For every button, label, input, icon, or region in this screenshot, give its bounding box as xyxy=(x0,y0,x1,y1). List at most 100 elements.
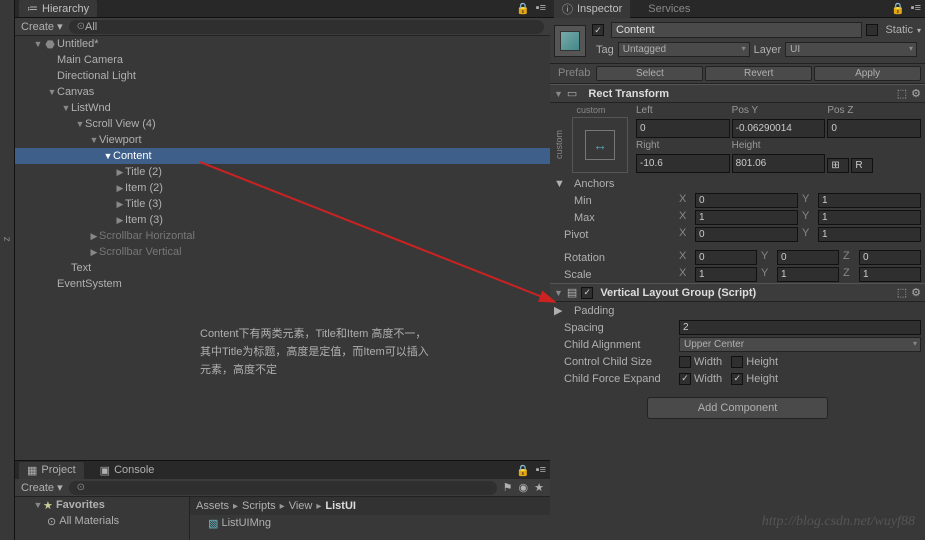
folder-icon: ▦ xyxy=(27,464,37,477)
static-checkbox[interactable] xyxy=(866,24,878,36)
help-icon[interactable]: ⬚ xyxy=(897,87,907,100)
revert-button[interactable]: Revert xyxy=(705,66,812,81)
project-search[interactable]: ⊙ xyxy=(69,481,497,495)
left-dock-strip: z xyxy=(0,0,15,540)
eye-icon[interactable]: ◉ xyxy=(519,481,529,494)
lock-icon[interactable]: 🔒 xyxy=(516,2,530,15)
tag-dropdown[interactable]: Untagged xyxy=(618,42,750,57)
prefab-label: Prefab xyxy=(554,66,594,81)
tag-label: Tag xyxy=(596,44,614,56)
breadcrumb[interactable]: Assets ▸ Scripts ▸ View ▸ ListUI xyxy=(190,497,550,515)
hierarchy-item[interactable]: ▶Item (3) xyxy=(15,212,550,228)
hierarchy-tab-label: Hierarchy xyxy=(42,3,89,15)
anchor-min-y[interactable]: 1 xyxy=(818,193,921,208)
tab-services[interactable]: Services xyxy=(640,1,698,17)
posz-field[interactable]: 0 xyxy=(827,119,921,138)
rot-y[interactable]: 0 xyxy=(777,250,839,265)
left-field[interactable]: 0 xyxy=(636,119,730,138)
rot-z[interactable]: 0 xyxy=(859,250,921,265)
hierarchy-item[interactable]: ▶Title (2) xyxy=(15,164,550,180)
tab-console[interactable]: ▣Console xyxy=(92,462,163,479)
name-field[interactable]: Content xyxy=(611,22,862,38)
control-child-size-label: Control Child Size xyxy=(554,356,679,368)
project-folders[interactable]: ▼★ Favorites ⊙ All Materials xyxy=(15,497,190,540)
all-materials-item[interactable]: All Materials xyxy=(59,515,119,527)
ccs-height-checkbox[interactable] xyxy=(731,356,743,368)
console-icon: ▣ xyxy=(100,464,110,477)
padding-foldout[interactable]: Padding xyxy=(564,305,679,317)
panel-menu-icon[interactable]: ▪≡ xyxy=(536,464,546,477)
pivot-label: Pivot xyxy=(554,229,679,241)
hierarchy-item[interactable]: ▶Scrollbar Vertical xyxy=(15,244,550,260)
hierarchy-item[interactable]: ▼ListWnd xyxy=(15,100,550,116)
rotation-label: Rotation xyxy=(554,252,679,264)
lock-icon[interactable]: 🔒 xyxy=(516,464,530,477)
gear-icon[interactable]: ⚙ xyxy=(911,87,921,100)
gameobject-icon[interactable] xyxy=(554,25,586,57)
posy-field[interactable]: -0.06290014 xyxy=(732,119,826,138)
apply-button[interactable]: Apply xyxy=(814,66,921,81)
hierarchy-tree[interactable]: ▼⬣Untitled*Main CameraDirectional Light▼… xyxy=(15,36,550,460)
inspector-tab-label: Inspector xyxy=(577,3,622,15)
file-item[interactable]: ▧ ListUIMng xyxy=(190,515,550,531)
hierarchy-search[interactable]: ⊙All xyxy=(69,20,544,34)
hierarchy-item[interactable]: ▶Scrollbar Horizontal xyxy=(15,228,550,244)
hierarchy-item[interactable]: Directional Light xyxy=(15,68,550,84)
tab-hierarchy[interactable]: ≔ Hierarchy xyxy=(19,0,97,17)
filter-icon[interactable]: ⚑ xyxy=(503,481,513,494)
anchor-top-label: custom xyxy=(576,105,605,115)
spacing-field[interactable]: 2 xyxy=(679,320,921,335)
vlg-enabled-checkbox[interactable]: ✓ xyxy=(581,287,593,299)
project-create-dropdown[interactable]: Create ▾ xyxy=(21,481,63,494)
active-checkbox[interactable]: ✓ xyxy=(592,24,604,36)
raw-edit-toggle[interactable]: R xyxy=(851,158,873,173)
cfe-width-checkbox[interactable]: ✓ xyxy=(679,373,691,385)
hierarchy-item[interactable]: EventSystem xyxy=(15,276,550,292)
gear-icon[interactable]: ⚙ xyxy=(911,286,921,299)
child-alignment-label: Child Alignment xyxy=(554,339,679,351)
layer-dropdown[interactable]: UI xyxy=(785,42,917,57)
height-field[interactable]: 801.06 xyxy=(732,154,826,173)
hierarchy-item[interactable]: ▼Viewport xyxy=(15,132,550,148)
anchor-min-x[interactable]: 0 xyxy=(695,193,798,208)
star-icon[interactable]: ★ xyxy=(534,481,544,494)
sca-y[interactable]: 1 xyxy=(777,267,839,282)
blueprint-toggle[interactable]: ⊞ xyxy=(827,158,849,173)
rect-icon: ▭ xyxy=(567,87,577,100)
anchor-preset[interactable] xyxy=(572,117,628,173)
ccs-width-checkbox[interactable] xyxy=(679,356,691,368)
rot-x[interactable]: 0 xyxy=(695,250,757,265)
anchor-max-x[interactable]: 1 xyxy=(695,210,798,225)
anchors-foldout[interactable]: Anchors xyxy=(564,178,679,190)
hierarchy-item[interactable]: ▼Scroll View (4) xyxy=(15,116,550,132)
select-button[interactable]: Select xyxy=(596,66,703,81)
anchor-max-y[interactable]: 1 xyxy=(818,210,921,225)
tab-project[interactable]: ▦Project xyxy=(19,462,84,479)
create-dropdown[interactable]: Create ▾ xyxy=(21,20,63,33)
hierarchy-tab-bar: ≔ Hierarchy 🔒 ▪≡ xyxy=(15,0,550,18)
hierarchy-item[interactable]: ▼Content xyxy=(15,148,550,164)
lock-icon[interactable]: 🔒 xyxy=(891,2,905,15)
cfe-height-checkbox[interactable]: ✓ xyxy=(731,373,743,385)
hierarchy-item[interactable]: ▼Canvas xyxy=(15,84,550,100)
pivot-x[interactable]: 0 xyxy=(695,227,798,242)
max-label: Max xyxy=(554,212,679,224)
hierarchy-item[interactable]: ▶Title (3) xyxy=(15,196,550,212)
add-component-button[interactable]: Add Component xyxy=(647,397,829,419)
sca-z[interactable]: 1 xyxy=(859,267,921,282)
hierarchy-item[interactable]: ▶Item (2) xyxy=(15,180,550,196)
hierarchy-item[interactable]: Main Camera xyxy=(15,52,550,68)
hierarchy-item[interactable]: ▼⬣Untitled* xyxy=(15,36,550,52)
rect-transform-header[interactable]: ▼▭ Rect Transform ⬚⚙ xyxy=(550,84,925,103)
child-alignment-dropdown[interactable]: Upper Center xyxy=(679,337,921,352)
hierarchy-item[interactable]: Text xyxy=(15,260,550,276)
static-label: Static xyxy=(885,24,913,36)
help-icon[interactable]: ⬚ xyxy=(897,286,907,299)
tab-inspector[interactable]: ⓘInspector xyxy=(554,0,630,19)
panel-menu-icon[interactable]: ▪≡ xyxy=(536,2,546,15)
vlg-header[interactable]: ▼▤✓Vertical Layout Group (Script) ⬚⚙ xyxy=(550,283,925,302)
pivot-y[interactable]: 1 xyxy=(818,227,921,242)
panel-menu-icon[interactable]: ▪≡ xyxy=(911,2,921,15)
sca-x[interactable]: 1 xyxy=(695,267,757,282)
right-field[interactable]: -10.6 xyxy=(636,154,730,173)
